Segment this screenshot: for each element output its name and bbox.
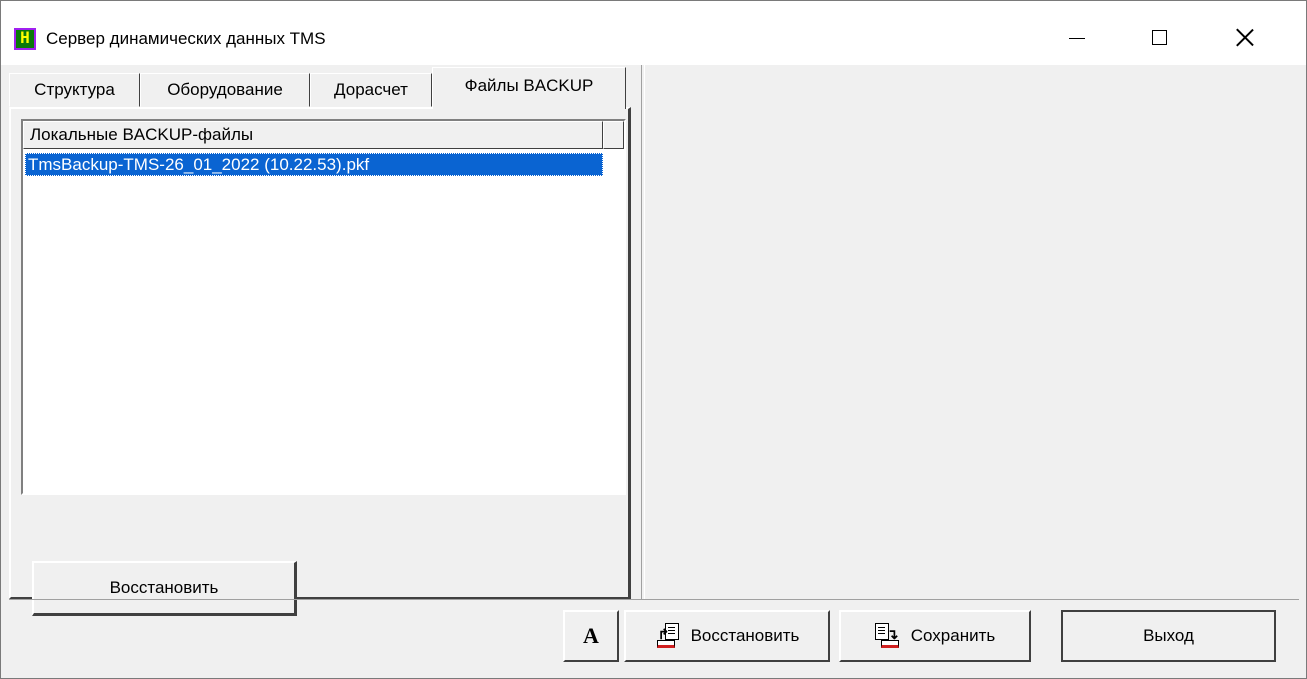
title-bar[interactable]: H Сервер динамических данных TMS xyxy=(1,1,1306,65)
tab-page-backup: Локальные BACKUP-файлы TmsBackup-TMS-26_… xyxy=(9,107,631,616)
list-item[interactable]: TmsBackup-TMS-26_01_2022 (10.22.53).pkf xyxy=(25,153,603,176)
column-header-filler xyxy=(603,121,624,149)
minimize-button[interactable] xyxy=(1047,15,1107,59)
minimize-icon xyxy=(1069,37,1085,39)
app-icon-glyph: H xyxy=(20,28,30,47)
backup-files-list[interactable]: Локальные BACKUP-файлы TmsBackup-TMS-26_… xyxy=(21,119,626,495)
window-title: Сервер динамических данных TMS xyxy=(46,29,326,48)
tab-control: Структура Оборудование Дорасчет Файлы BA… xyxy=(9,65,637,616)
save-button-label: Сохранить xyxy=(910,626,996,645)
save-icon: ↴ xyxy=(874,623,901,649)
restore-button[interactable]: ↱ Восстановить xyxy=(624,610,830,662)
maximize-button[interactable] xyxy=(1129,15,1189,59)
bottom-toolbar: A ↱ Восстановить ↴ Сохранить Выход xyxy=(9,599,1299,673)
tab-structure[interactable]: Структура xyxy=(9,73,140,107)
close-icon xyxy=(1236,28,1254,46)
column-header-local-backups[interactable]: Локальные BACKUP-файлы xyxy=(23,121,603,149)
restore-button-label: Восстановить xyxy=(690,626,800,645)
restore-icon: ↱ xyxy=(655,623,681,649)
app-window: H Сервер динамических данных TMS Структу… xyxy=(0,0,1307,679)
save-button[interactable]: ↴ Сохранить xyxy=(839,610,1031,662)
list-header: Локальные BACKUP-файлы xyxy=(23,121,624,149)
tab-equipment[interactable]: Оборудование xyxy=(140,73,310,107)
font-button[interactable]: A xyxy=(563,610,619,662)
maximize-icon xyxy=(1151,29,1167,45)
exit-button[interactable]: Выход xyxy=(1061,610,1276,662)
app-icon[interactable]: H xyxy=(14,28,36,50)
tab-calculation[interactable]: Дорасчет xyxy=(310,73,432,107)
close-button[interactable] xyxy=(1215,15,1275,59)
splitter[interactable] xyxy=(641,65,645,599)
tab-backup-files[interactable]: Файлы BACKUP xyxy=(432,67,626,109)
